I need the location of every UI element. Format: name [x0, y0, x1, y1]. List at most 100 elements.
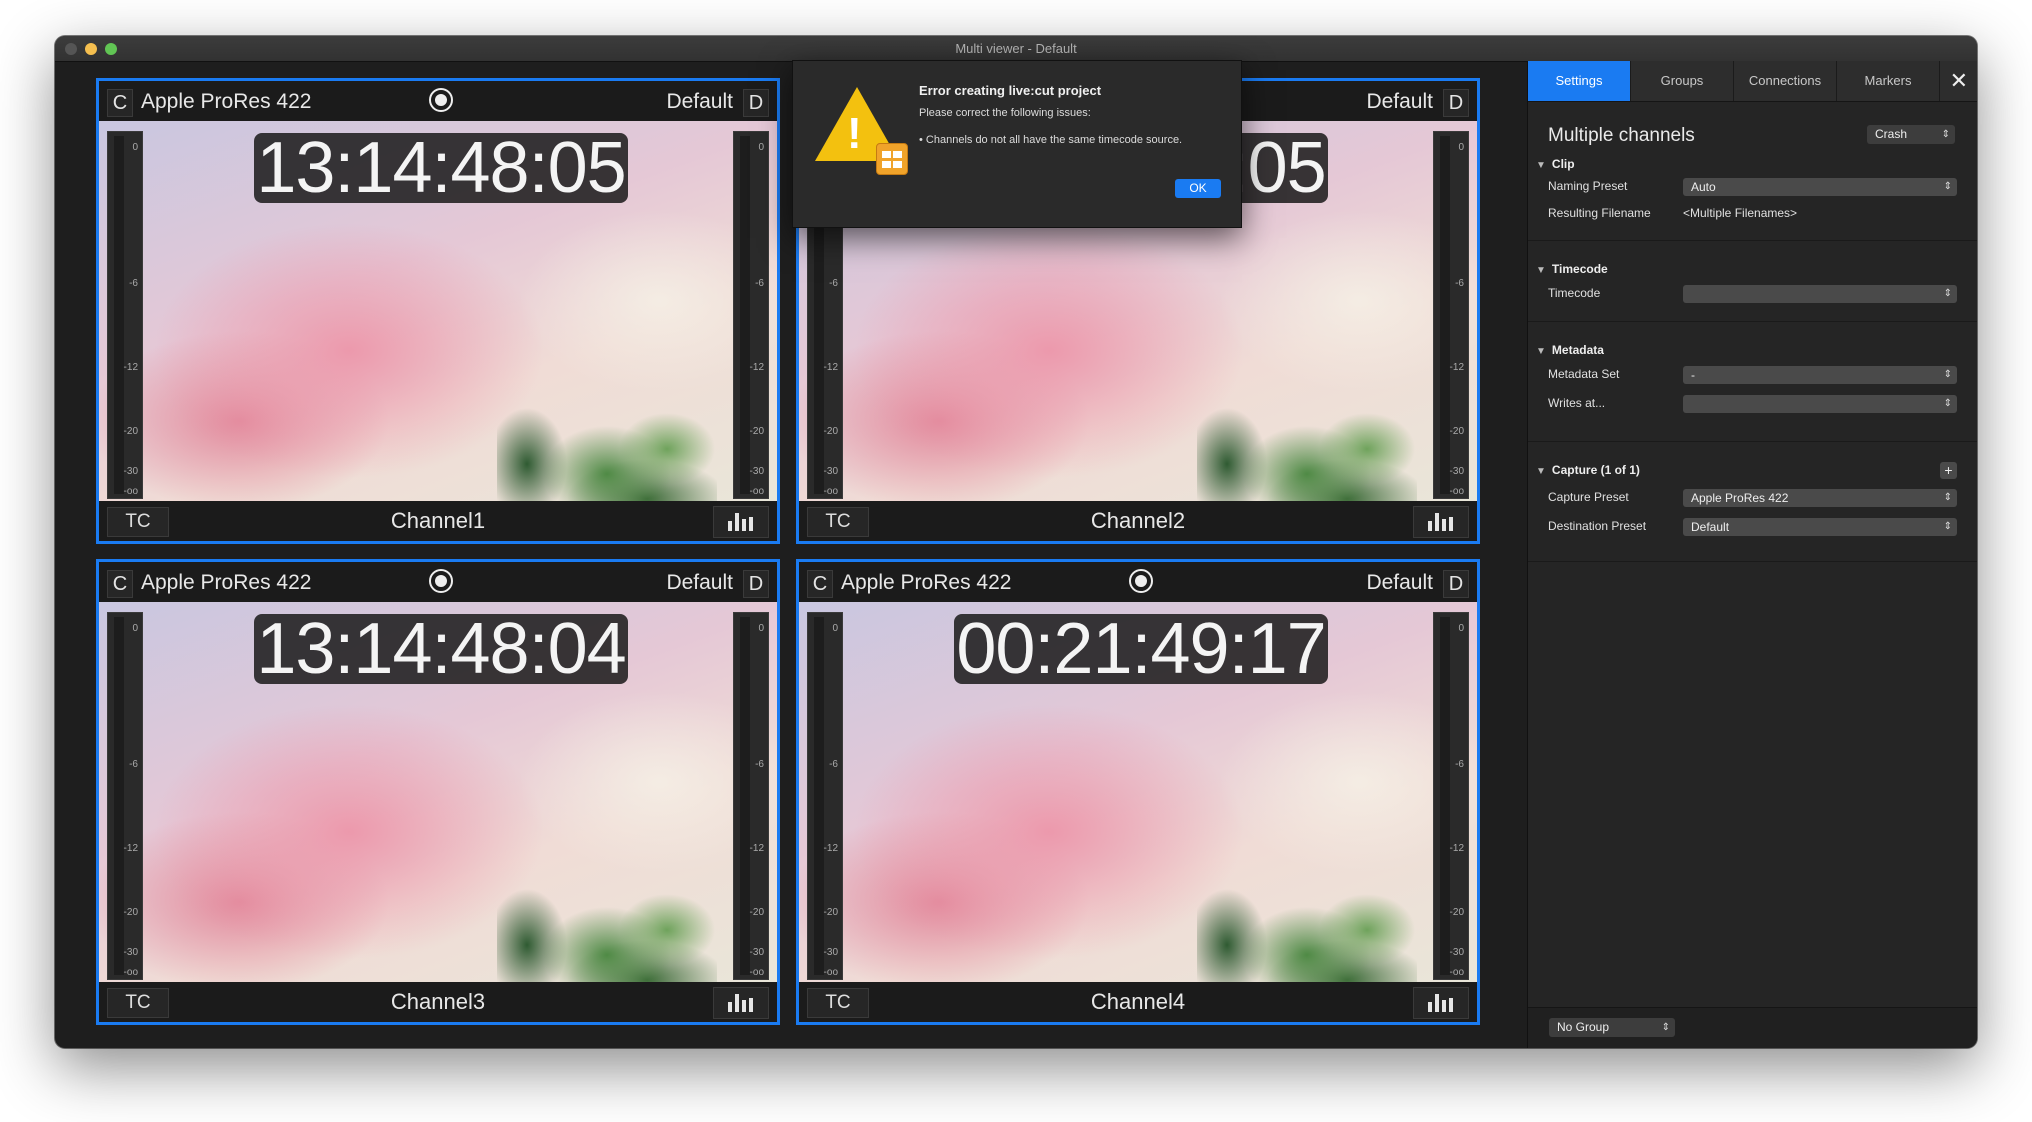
meter-tick: -30	[749, 947, 764, 958]
meter-tick: -oo	[749, 486, 764, 497]
meter-tick: -6	[1455, 278, 1464, 289]
channel-tile[interactable]: C Apple ProRes 422 Default D 0 -6 -12 -2…	[96, 559, 780, 1025]
d-button[interactable]: D	[743, 89, 769, 117]
meter-tick: -12	[1449, 843, 1464, 854]
tab-markers[interactable]: Markers	[1837, 61, 1940, 101]
meter-tick: -30	[123, 947, 138, 958]
meter-tick: 0	[758, 142, 764, 153]
select-arrows-icon: ⇕	[1661, 1022, 1670, 1033]
timecode-heading: Timecode	[1551, 262, 1608, 276]
d-button[interactable]: D	[1443, 89, 1469, 117]
meter-tick: -30	[123, 466, 138, 477]
timecode-section-header[interactable]: ▼ Timecode	[1536, 262, 1608, 276]
tab-settings[interactable]: Settings	[1528, 61, 1631, 101]
timecode-display: 13:14:48:05	[254, 132, 628, 204]
trees-image	[1197, 855, 1417, 985]
destination-preset-select[interactable]: Default ⇕	[1683, 518, 1957, 536]
inspector-panel: Settings Groups Connections Markers ✕ Mu…	[1527, 61, 1977, 1048]
audio-meter-right: 0 -6 -12 -20 -30 -oo	[733, 612, 769, 980]
tab-groups[interactable]: Groups	[1631, 61, 1734, 101]
tile-footer: TC Channel1	[99, 501, 777, 541]
naming-preset-value: Auto	[1691, 180, 1716, 194]
audio-meter-left: 0 -6 -12 -20 -30 -oo	[107, 131, 143, 499]
meter-tick: -12	[823, 362, 838, 373]
tile-header: C Apple ProRes 422 Default D	[99, 562, 777, 602]
clip-section-header[interactable]: ▼ Clip	[1536, 157, 1575, 171]
title-bar: Multi viewer - Default	[55, 36, 1977, 62]
meter-tick: -oo	[823, 486, 838, 497]
metadata-section-header[interactable]: ▼ Metadata	[1536, 343, 1604, 357]
metadata-set-value: -	[1691, 368, 1695, 382]
select-arrows-icon: ⇕	[1943, 181, 1952, 192]
divider	[1528, 441, 1977, 442]
c-button[interactable]: C	[807, 570, 833, 598]
meter-tick: -oo	[823, 967, 838, 978]
add-capture-button[interactable]: +	[1940, 462, 1957, 479]
destination-preset-label: Destination Preset	[1548, 519, 1647, 533]
meter-tick: -20	[749, 907, 764, 918]
meter-tick: -20	[123, 907, 138, 918]
meter-tick: -20	[823, 907, 838, 918]
naming-preset-label: Naming Preset	[1548, 179, 1628, 193]
window-title: Multi viewer - Default	[955, 41, 1077, 56]
group-select-value: No Group	[1557, 1020, 1610, 1034]
group-select[interactable]: No Group ⇕	[1549, 1018, 1675, 1037]
audio-meter-icon[interactable]	[713, 987, 769, 1019]
channel-tile[interactable]: C Apple ProRes 422 Default D 0 -6 -12 -2…	[796, 559, 1480, 1025]
timecode-select[interactable]: ⇕	[1683, 285, 1957, 303]
disclosure-triangle-icon: ▼	[1536, 346, 1546, 357]
select-arrows-icon: ⇕	[1943, 288, 1952, 299]
metadata-set-label: Metadata Set	[1548, 367, 1620, 381]
d-button[interactable]: D	[743, 570, 769, 598]
close-icon[interactable]: ✕	[1950, 68, 1968, 94]
meter-tick: 0	[132, 142, 138, 153]
meter-tick: -12	[749, 362, 764, 373]
meter-tick: -6	[1455, 759, 1464, 770]
ok-button[interactable]: OK	[1175, 179, 1221, 198]
meter-tick: -12	[749, 843, 764, 854]
select-arrows-icon: ⇕	[1943, 398, 1952, 409]
dialog-issue: • Channels do not all have the same time…	[919, 134, 1183, 146]
codec-label: Apple ProRes 422	[141, 90, 312, 113]
disclosure-triangle-icon: ▼	[1536, 265, 1546, 276]
panel-footer: No Group ⇕	[1528, 1007, 1977, 1048]
audio-meter-icon[interactable]	[1413, 987, 1469, 1019]
disclosure-triangle-icon: ▼	[1536, 466, 1546, 477]
capture-section-header[interactable]: ▼ Capture (1 of 1)	[1536, 463, 1640, 477]
audio-meter-icon[interactable]	[1413, 506, 1469, 538]
c-button[interactable]: C	[107, 89, 133, 117]
warning-exclamation-icon: !	[847, 109, 862, 158]
meter-tick: -12	[123, 843, 138, 854]
writes-at-select[interactable]: ⇕	[1683, 395, 1957, 413]
crash-select[interactable]: Crash ⇕	[1867, 125, 1955, 144]
record-icon[interactable]	[1129, 569, 1153, 593]
select-arrows-icon: ⇕	[1943, 369, 1952, 380]
meter-tick: -6	[129, 278, 138, 289]
trees-image	[497, 855, 717, 985]
metadata-set-select[interactable]: - ⇕	[1683, 366, 1957, 384]
naming-preset-select[interactable]: Auto ⇕	[1683, 178, 1957, 196]
c-button[interactable]: C	[107, 570, 133, 598]
app-badge-icon	[876, 143, 908, 175]
channel-tile[interactable]: C Apple ProRes 422 Default D 0 -6 -12 -2…	[96, 78, 780, 544]
meter-tick: -oo	[123, 967, 138, 978]
preset-label: Default	[666, 90, 733, 113]
tile-footer: TC Channel3	[99, 982, 777, 1022]
trees-image	[1197, 374, 1417, 504]
meter-tick: -oo	[1449, 486, 1464, 497]
capture-preset-select[interactable]: Apple ProRes 422 ⇕	[1683, 489, 1957, 507]
meter-tick: -6	[755, 759, 764, 770]
tab-connections[interactable]: Connections	[1734, 61, 1837, 101]
meter-tick: -12	[1449, 362, 1464, 373]
audio-meter-icon[interactable]	[713, 506, 769, 538]
meter-tick: -6	[129, 759, 138, 770]
channel-name: Channel2	[1090, 508, 1186, 533]
meter-tick: 0	[832, 623, 838, 634]
capture-heading: Capture (1 of 1)	[1551, 463, 1640, 477]
d-button[interactable]: D	[1443, 570, 1469, 598]
meter-tick: -20	[823, 426, 838, 437]
timecode-display: 13:14:48:04	[254, 613, 628, 685]
record-icon[interactable]	[429, 569, 453, 593]
record-icon[interactable]	[429, 88, 453, 112]
meter-tick: -oo	[123, 486, 138, 497]
